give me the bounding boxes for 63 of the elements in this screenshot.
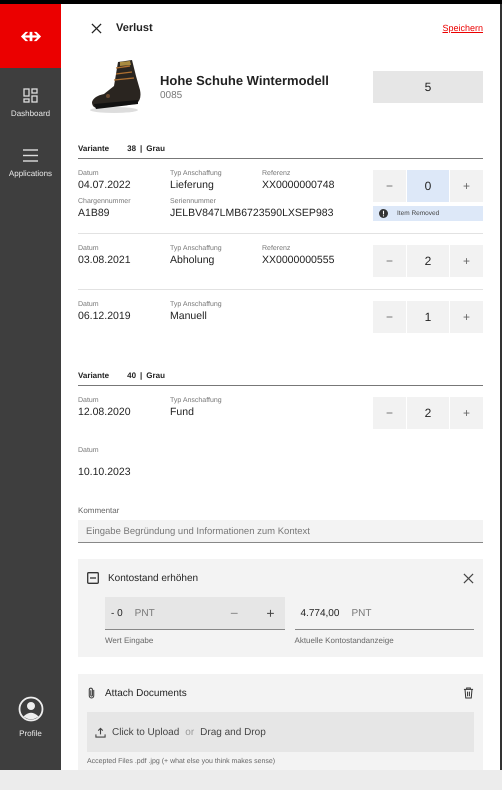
profile-button[interactable]: Profile [0,696,61,738]
separator-text: | [140,371,142,380]
separator-text: | [140,144,142,154]
field-value: Manuell [170,310,208,322]
total-quantity: 5 [373,71,483,104]
variant-color: Grau [146,144,165,154]
comment-label: Kommentar [78,506,120,516]
increment-button[interactable]: + [262,605,278,621]
product-code: 0085 [160,90,184,102]
increment-button[interactable]: + [450,170,483,202]
dashboard-grid-icon [23,88,38,103]
page-title: Verlust [116,22,153,34]
increment-button[interactable]: + [450,397,483,430]
paperclip-icon [87,686,96,700]
collapse-icon[interactable] [87,572,99,584]
quantity-value: 2 [407,245,449,278]
field-value: 03.08.2021 [78,254,132,266]
nav-item[interactable]: Applications [0,148,61,178]
panel-title: Attach Documents [105,688,187,698]
variant-label: Variante [78,144,110,154]
field-value: 06.12.2019 [78,310,132,322]
user-avatar-icon [18,696,44,722]
decrement-button[interactable]: − [373,245,406,278]
info-icon [379,209,388,218]
product-name: Hohe Schuhe Wintermodell [160,73,330,88]
decrement-button[interactable]: − [373,170,406,202]
upload-dropzone[interactable]: Click to Upload or Drag and Drop [87,712,474,752]
upload-icon [95,726,106,738]
comment-field[interactable]: Eingabe Begründung und Informationen zum Kontext [78,520,483,543]
nav-item[interactable]: Dashboard [0,88,61,118]
panel-title: Kontostand erhöhen [108,572,198,584]
field-label: Wert Eingabe [105,636,154,645]
field-value: 04.07.2022 [78,179,132,192]
menu-icon [23,148,38,163]
value-input-field[interactable]: - 0 PNT − + [105,597,284,630]
field-value: XX0000000555 [262,254,334,266]
decrement-button[interactable]: − [373,301,406,334]
field-value: JELBV847LMB6723590LXSEP983 [170,207,334,220]
quantity-value: 2 [407,397,449,430]
decrement-button[interactable]: − [373,397,406,430]
field-label: Aktuelle Kontostandanzeige [294,636,395,645]
balance-display: 4.774,00 PNT [294,597,474,630]
field-value: Abholung [170,254,216,266]
variant-label: Variante [78,371,110,380]
variant-color: Grau [146,371,165,380]
field-value: Fund [170,406,195,418]
field-value: XX0000000748 [262,179,334,192]
field-value: Lieferung [170,179,215,192]
quantity-value: 0 [407,170,449,202]
variant-size: 40 [127,371,136,380]
field-value: 12.08.2020 [78,406,132,418]
close-icon [91,22,102,34]
increment-button[interactable]: + [450,245,483,278]
field-value: A1B89 [78,207,111,220]
logo-icon [20,30,42,42]
close-button[interactable] [91,22,102,34]
field-value: 10.10.2023 [78,466,131,478]
save-link[interactable]: Speichern [442,23,483,34]
quantity-value: 1 [407,301,449,334]
trash-icon[interactable] [463,687,474,699]
variant-size: 38 [127,144,136,154]
increment-button[interactable]: + [450,301,483,334]
close-icon[interactable] [463,572,474,584]
